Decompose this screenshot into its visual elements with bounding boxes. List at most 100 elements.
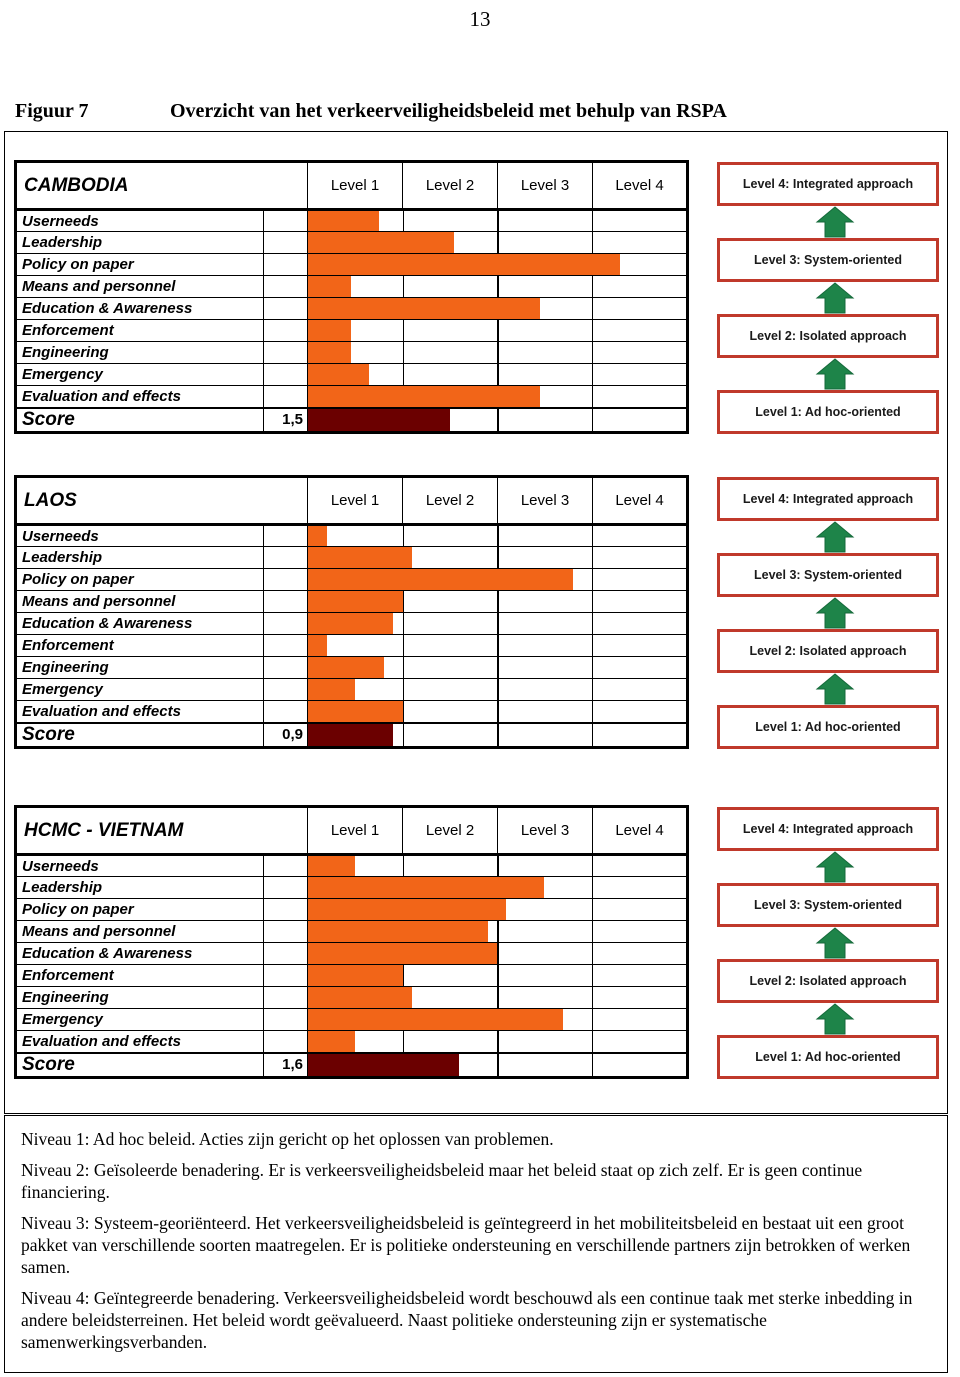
- rspa-table-cambodia: CAMBODIA Level 1 Level 2 Level 3 Level 4…: [14, 160, 689, 434]
- table-row: Education & Awareness: [15, 297, 688, 320]
- aspect-label: Leadership: [15, 546, 264, 569]
- level-header-4: Level 4: [592, 806, 689, 856]
- score-bar-fill: [308, 1053, 460, 1076]
- score-row-label: Score: [15, 1051, 264, 1078]
- figure-label: Figuur 7: [15, 100, 89, 122]
- bar-track: [307, 385, 688, 408]
- bar-track: [307, 253, 688, 276]
- up-arrow-icon: [815, 521, 855, 553]
- spacer-cell: [262, 1008, 309, 1031]
- rspa-table-hcmc: HCMC - VIETNAM Level 1 Level 2 Level 3 L…: [14, 805, 690, 1079]
- pyramid-box-level-1: Level 1: Ad hoc-oriented: [717, 705, 939, 749]
- bar-track: [307, 297, 688, 320]
- bar-fill: [308, 276, 351, 297]
- table-row: Leadership: [15, 546, 688, 569]
- up-arrow-icon: [815, 206, 855, 238]
- table-row: Evaluation and effects: [15, 700, 688, 723]
- pyramid-box-level-2: Level 2: Isolated approach: [717, 314, 939, 358]
- up-arrow-icon: [815, 927, 855, 959]
- bar-fill: [308, 701, 403, 722]
- bar-fill: [308, 526, 327, 546]
- bar-track: [307, 898, 689, 921]
- aspect-label: Education & Awareness: [15, 942, 264, 965]
- aspect-label: Evaluation and effects: [15, 1030, 264, 1053]
- country-name: HCMC - VIETNAM: [14, 806, 309, 856]
- table-header-row: HCMC - VIETNAM Level 1 Level 2 Level 3 L…: [14, 806, 689, 856]
- table-row: Enforcement: [15, 319, 688, 342]
- score-bar-fill: [308, 408, 450, 431]
- up-arrow-icon: [815, 597, 855, 629]
- level-header-1: Level 1: [307, 161, 403, 211]
- aspect-label: Evaluation and effects: [15, 385, 264, 408]
- score-row: Score 0,9: [15, 721, 688, 748]
- bar-fill: [308, 254, 620, 275]
- table-row: Policy on paper: [15, 568, 688, 591]
- bar-fill: [308, 899, 507, 920]
- aspect-label: Education & Awareness: [15, 612, 264, 635]
- spacer-cell: [263, 656, 308, 679]
- pyramid-box-level-4: Level 4: Integrated approach: [717, 807, 939, 851]
- country-block-cambodia: CAMBODIA Level 1 Level 2 Level 3 Level 4…: [14, 160, 689, 434]
- pyramid-box-level-2: Level 2: Isolated approach: [717, 959, 939, 1003]
- aspect-label: Leadership: [15, 876, 264, 899]
- aspect-label: Means and personnel: [15, 275, 264, 298]
- bar-fill: [308, 657, 384, 678]
- spacer-cell: [263, 634, 308, 657]
- aspect-label: Evaluation and effects: [15, 700, 264, 723]
- table-row: Enforcement: [15, 964, 689, 987]
- aspect-label: Enforcement: [15, 964, 264, 987]
- spacer-cell: [263, 341, 308, 364]
- table-row: Userneeds: [15, 854, 689, 877]
- aspect-label: Leadership: [15, 231, 264, 254]
- bar-track: [307, 656, 688, 679]
- spacer-cell: [262, 986, 309, 1009]
- level-header-2: Level 2: [402, 476, 498, 526]
- figure-frame: CAMBODIA Level 1 Level 2 Level 3 Level 4…: [4, 131, 948, 1114]
- up-arrow-icon: [815, 358, 855, 390]
- score-bar-track: [307, 406, 688, 433]
- aspect-label: Enforcement: [15, 319, 264, 342]
- score-bar-track: [307, 1051, 689, 1078]
- table-row: Emergency: [15, 1008, 689, 1031]
- spacer-cell: [263, 297, 308, 320]
- level-header-4: Level 4: [592, 161, 688, 211]
- bar-track: [307, 854, 689, 877]
- table-row: Enforcement: [15, 634, 688, 657]
- spacer-cell: [263, 524, 308, 547]
- score-row: Score 1,6: [15, 1051, 689, 1078]
- level-pyramid-diagram-laos: Level 4: Integrated approach Level 3: Sy…: [711, 477, 949, 753]
- spacer-cell: [263, 568, 308, 591]
- aspect-label: Means and personnel: [15, 590, 264, 613]
- up-arrow-icon: [815, 851, 855, 883]
- bar-fill: [308, 679, 356, 700]
- spacer-cell: [262, 1030, 309, 1053]
- spacer-cell: [263, 385, 308, 408]
- table-row: Means and personnel: [15, 920, 689, 943]
- aspect-label: Policy on paper: [15, 898, 264, 921]
- table-row: Emergency: [15, 363, 688, 386]
- bar-track: [307, 964, 689, 987]
- score-row-label: Score: [15, 406, 264, 433]
- bar-fill: [308, 943, 498, 964]
- pyramid-box-level-4: Level 4: Integrated approach: [717, 477, 939, 521]
- figure-caption: Figuur 7 Overzicht van het verkeerveiligh…: [15, 99, 945, 123]
- score-value: 1,6: [262, 1051, 309, 1078]
- level-header-4: Level 4: [592, 476, 688, 526]
- bar-track: [307, 634, 688, 657]
- bar-track: [307, 942, 689, 965]
- bar-track: [307, 986, 689, 1009]
- page-number: 13: [469, 7, 491, 31]
- level-header-1: Level 1: [307, 476, 403, 526]
- bar-track: [307, 524, 688, 547]
- country-name: CAMBODIA: [15, 161, 308, 211]
- spacer-cell: [263, 253, 308, 276]
- table-row: Evaluation and effects: [15, 1030, 689, 1053]
- bar-track: [307, 590, 688, 613]
- pyramid-box-level-1: Level 1: Ad hoc-oriented: [717, 390, 939, 434]
- level-header-1: Level 1: [307, 806, 404, 856]
- bar-fill: [308, 965, 403, 986]
- explanation-paragraph-2: Niveau 2: Geïsoleerde benadering. Er is …: [21, 1160, 863, 1202]
- table-row: Emergency: [15, 678, 688, 701]
- bar-fill: [308, 320, 351, 341]
- bar-track: [307, 319, 688, 342]
